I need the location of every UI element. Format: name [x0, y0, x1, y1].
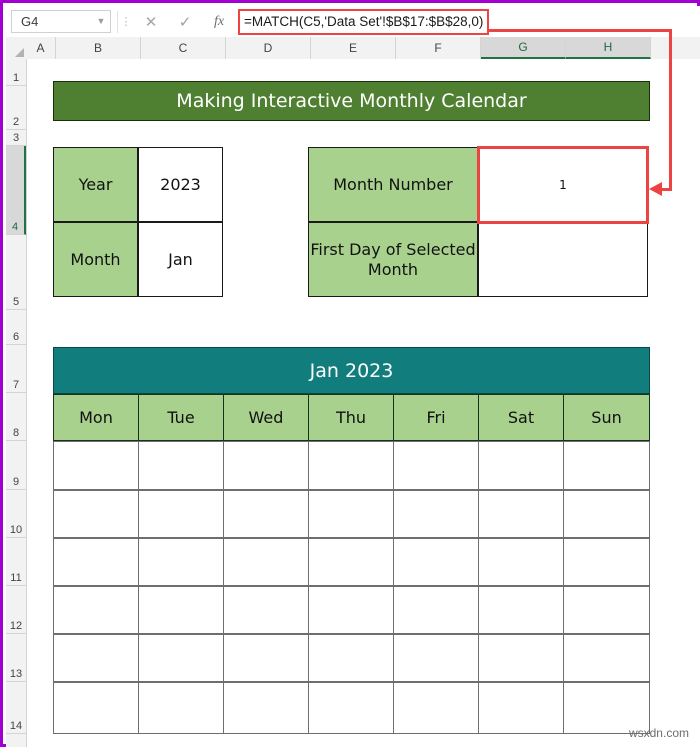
watermark: wsxdn.com — [628, 726, 689, 740]
month-value-cell[interactable]: Jan — [138, 222, 223, 297]
calendar-cell[interactable] — [223, 441, 309, 490]
calendar-cell[interactable] — [478, 634, 564, 682]
calendar-cell[interactable] — [223, 490, 309, 538]
calendar-cell[interactable] — [478, 682, 564, 734]
calendar-cell[interactable] — [393, 586, 479, 634]
calendar-cell[interactable] — [308, 586, 394, 634]
calendar-cell[interactable] — [563, 634, 650, 682]
calendar-cell[interactable] — [563, 441, 650, 490]
calendar-cell[interactable] — [393, 538, 479, 586]
row-header-11[interactable]: 11 — [6, 538, 26, 586]
calendar-cell[interactable] — [138, 634, 224, 682]
cancel-icon[interactable]: ✕ — [134, 10, 168, 34]
calendar-cell[interactable] — [563, 490, 650, 538]
row-header-9[interactable]: 9 — [6, 441, 26, 490]
calendar-cell[interactable] — [53, 634, 139, 682]
insert-function-icon[interactable]: fx — [202, 10, 236, 34]
formula-bar: G4 ▼ ⋮ ✕ ✓ fx =MATCH(C5,'Data Set'!$B$17… — [6, 6, 700, 37]
calendar-cell[interactable] — [308, 538, 394, 586]
formula-input[interactable]: =MATCH(C5,'Data Set'!$B$17:$B$28,0) — [238, 8, 490, 35]
calendar-cell[interactable] — [393, 441, 479, 490]
calendar-cell[interactable] — [308, 634, 394, 682]
sheet-title-banner: Making Interactive Monthly Calendar — [53, 81, 650, 121]
name-box-value: G4 — [21, 14, 39, 29]
select-all-button[interactable] — [6, 37, 27, 59]
calendar-cell[interactable] — [308, 682, 394, 734]
calendar-cell[interactable] — [393, 490, 479, 538]
calendar-cell[interactable] — [478, 490, 564, 538]
calendar-cell[interactable] — [53, 586, 139, 634]
formula-text: =MATCH(C5,'Data Set'!$B$17:$B$28,0) — [244, 14, 484, 29]
select-all-triangle-icon — [15, 48, 24, 57]
row-header-7[interactable]: 7 — [6, 345, 26, 393]
row-header-10[interactable]: 10 — [6, 490, 26, 538]
more-options-icon[interactable]: ⋮ — [118, 16, 134, 27]
calendar-cell[interactable] — [563, 538, 650, 586]
row-header-14[interactable]: 14 — [6, 682, 26, 734]
calendar-day-header-fri: Fri — [393, 394, 479, 441]
chevron-down-icon[interactable]: ▼ — [92, 17, 110, 26]
calendar-cell[interactable] — [478, 441, 564, 490]
column-header-D[interactable]: D — [226, 37, 311, 59]
calendar-cell[interactable] — [223, 538, 309, 586]
calendar-cell[interactable] — [53, 490, 139, 538]
month-number-label: Month Number — [308, 147, 478, 222]
formula-input-wrap: =MATCH(C5,'Data Set'!$B$17:$B$28,0) — [238, 8, 694, 35]
row-header-4[interactable]: 4 — [6, 146, 26, 235]
calendar-cell[interactable] — [138, 682, 224, 734]
calendar-day-header-sat: Sat — [478, 394, 564, 441]
column-header-H[interactable]: H — [566, 37, 651, 59]
column-header-G[interactable]: G — [481, 37, 566, 59]
calendar-cell[interactable] — [478, 586, 564, 634]
month-number-value-cell[interactable]: 1 — [478, 147, 648, 222]
row-header-5[interactable]: 5 — [6, 235, 26, 310]
calendar-cell[interactable] — [53, 538, 139, 586]
row-header-1[interactable]: 1 — [6, 59, 26, 86]
calendar-cell[interactable] — [138, 586, 224, 634]
calendar-cell[interactable] — [478, 538, 564, 586]
calendar-cell[interactable] — [563, 586, 650, 634]
row-header-8[interactable]: 8 — [6, 393, 26, 441]
year-label: Year — [53, 147, 138, 222]
calendar-day-header-wed: Wed — [223, 394, 309, 441]
column-header-A[interactable]: A — [26, 37, 56, 59]
calendar-cell[interactable] — [138, 490, 224, 538]
calendar-cell[interactable] — [393, 682, 479, 734]
enter-icon[interactable]: ✓ — [168, 10, 202, 34]
row-header-13[interactable]: 13 — [6, 634, 26, 682]
first-day-label: First Day of Selected Month — [308, 222, 478, 297]
calendar-day-header-tue: Tue — [138, 394, 224, 441]
worksheet-canvas: Making Interactive Monthly Calendar Year… — [27, 59, 700, 747]
row-header-column: 1 2 3 4 5 6 7 8 9 10 11 12 13 14 — [6, 59, 27, 747]
calendar-cell[interactable] — [393, 634, 479, 682]
column-header-E[interactable]: E — [311, 37, 396, 59]
calendar-cell[interactable] — [308, 490, 394, 538]
calendar-cell[interactable] — [223, 682, 309, 734]
column-header-B[interactable]: B — [56, 37, 141, 59]
column-header-C[interactable]: C — [141, 37, 226, 59]
excel-window: G4 ▼ ⋮ ✕ ✓ fx =MATCH(C5,'Data Set'!$B$17… — [0, 0, 700, 747]
calendar-cell[interactable] — [53, 682, 139, 734]
first-day-value-cell[interactable] — [478, 222, 648, 297]
row-header-2[interactable]: 2 — [6, 86, 26, 130]
year-value-cell[interactable]: 2023 — [138, 147, 223, 222]
calendar-cell[interactable] — [138, 538, 224, 586]
calendar-cell[interactable] — [223, 586, 309, 634]
row-header-3[interactable]: 3 — [6, 130, 26, 146]
month-label: Month — [53, 222, 138, 297]
column-header-F[interactable]: F — [396, 37, 481, 59]
row-header-12[interactable]: 12 — [6, 586, 26, 634]
calendar-day-header-thu: Thu — [308, 394, 394, 441]
calendar-cell[interactable] — [53, 441, 139, 490]
calendar-cell[interactable] — [308, 441, 394, 490]
name-box[interactable]: G4 ▼ — [11, 10, 111, 33]
row-header-6[interactable]: 6 — [6, 310, 26, 345]
calendar-day-header-mon: Mon — [53, 394, 139, 441]
calendar-month-header: Jan 2023 — [53, 347, 650, 394]
column-header-row: A B C D E F G H — [6, 37, 700, 60]
calendar-cell[interactable] — [138, 441, 224, 490]
calendar-cell[interactable] — [223, 634, 309, 682]
calendar-day-header-sun: Sun — [563, 394, 650, 441]
